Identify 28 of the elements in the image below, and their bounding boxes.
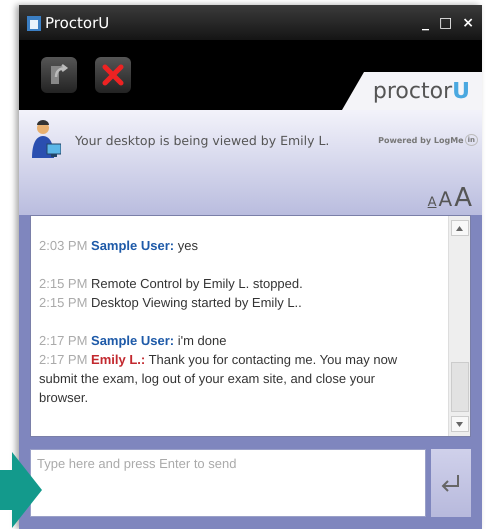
chat-message: 2:15 PM Remote Control by Emily L. stopped. [39,275,304,293]
font-size-button[interactable]: A [454,185,472,211]
scroll-thumb[interactable] [450,362,468,412]
minimize-button[interactable]: _ [422,14,430,30]
exit-arrow-icon [48,63,70,87]
powered-by-text: Powered by LogMe [378,136,464,144]
message-input[interactable]: Type here and press Enter to send [30,449,426,517]
send-button[interactable] [431,449,471,517]
font-size-button[interactable]: A [428,196,437,209]
font-size-button[interactable]: A [438,189,452,209]
chat-message: 2:17 PM Emily L.: Thank you for contacting me. You may now submit the exam, log out of your exam site, and close your browser. [39,351,398,407]
close-icon [101,63,125,87]
close-button[interactable]: × [462,14,474,30]
user-computer-icon [31,120,61,160]
maximize-button[interactable]: □ [439,14,452,30]
status-message: Your desktop is being viewed by Emily L. [75,132,330,148]
window-title: ProctorU [45,14,110,32]
down-arrow-icon[interactable] [456,422,463,426]
logo-text: proctor [372,78,452,104]
chat-message: 2:17 PM Sample User: i'm done [39,332,228,350]
up-arrow-icon[interactable] [456,226,463,230]
logo-mark: U [452,78,470,104]
app-icon [27,14,41,30]
stop-button[interactable] [95,57,131,93]
chat-message: 2:15 PM Desktop Viewing started by Emily L.. [39,294,303,312]
exit-button[interactable] [41,57,77,93]
scrollbar[interactable] [448,216,470,436]
chat-message: 2:03 PM Sample User: yes [39,237,199,255]
